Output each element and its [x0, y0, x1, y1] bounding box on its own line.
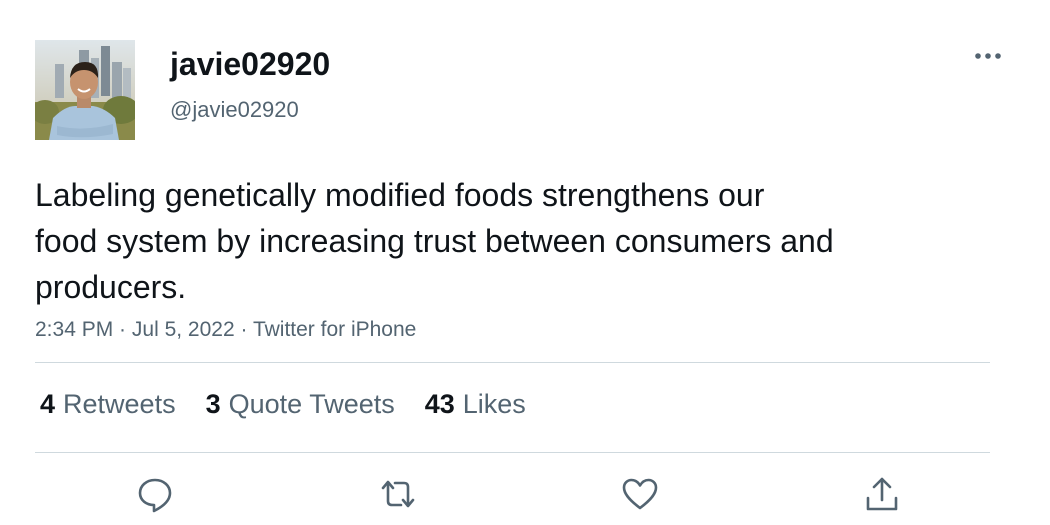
user-handle[interactable]: @javie02920 [170, 95, 299, 125]
avatar[interactable] [35, 40, 135, 140]
tweet-text-line: food system by increasing trust between … [35, 223, 834, 259]
more-options-icon[interactable] [970, 44, 1006, 68]
tweet-date[interactable]: Jul 5, 2022 [132, 318, 235, 341]
divider [35, 362, 990, 363]
tweet-time[interactable]: 2:34 PM [35, 318, 113, 341]
retweets-stat[interactable]: 4 Retweets [40, 386, 176, 422]
share-icon[interactable] [862, 474, 902, 514]
likes-label: Likes [462, 389, 526, 419]
tweet-text-line: Labeling genetically modified foods stre… [35, 177, 765, 213]
divider [35, 452, 990, 453]
tweet-text: Labeling genetically modified foods stre… [35, 172, 975, 310]
like-icon[interactable] [620, 474, 660, 514]
tweet-text-line: producers. [35, 269, 187, 305]
retweet-icon[interactable] [378, 474, 418, 514]
avatar-photo [35, 40, 135, 140]
meta-separator: · [234, 318, 253, 341]
tweet-source[interactable]: Twitter for iPhone [253, 318, 416, 341]
likes-stat[interactable]: 43 Likes [425, 386, 526, 422]
quote-tweets-label: Quote Tweets [228, 389, 395, 419]
tweet-meta: 2:34 PM · Jul 5, 2022 · Twitter for iPho… [35, 315, 416, 345]
retweets-label: Retweets [63, 389, 176, 419]
reply-icon[interactable] [135, 474, 175, 514]
meta-separator: · [113, 318, 132, 341]
tweet-stats: 4 Retweets 3 Quote Tweets 43 Likes [40, 386, 526, 422]
likes-count: 43 [424, 389, 455, 419]
quote-tweets-stat[interactable]: 3 Quote Tweets [206, 386, 395, 422]
quote-tweets-count: 3 [205, 389, 221, 419]
display-name[interactable]: javie02920 [170, 42, 330, 86]
retweets-count: 4 [40, 389, 56, 419]
